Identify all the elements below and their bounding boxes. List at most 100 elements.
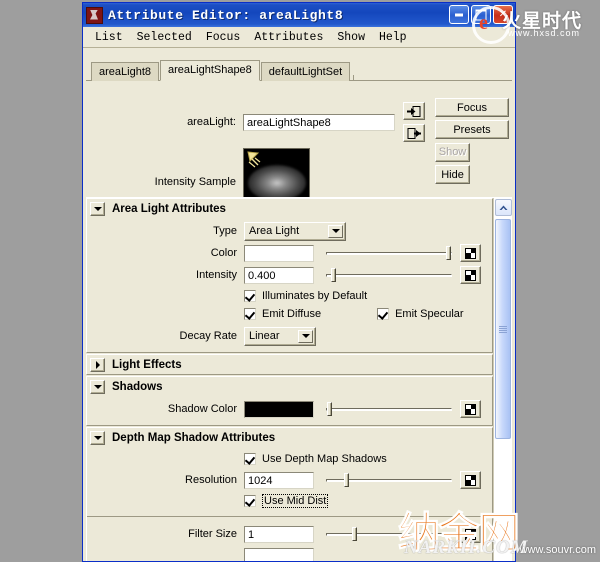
section-body-shadows: Shadow Color <box>87 396 492 425</box>
menu-item-list[interactable]: List <box>88 30 130 45</box>
illuminates-by-default-checkbox[interactable] <box>244 290 256 302</box>
chevron-down-icon <box>93 435 102 440</box>
scroll-up-button[interactable] <box>494 199 512 216</box>
row-color: Color <box>87 243 492 263</box>
intensity-input[interactable]: 0.400 <box>244 266 314 284</box>
watermark-narkii-url: www.souvr.com <box>519 544 596 556</box>
menu-item-help[interactable]: Help <box>372 30 414 45</box>
filter-size-slider-thumb[interactable] <box>352 526 357 541</box>
type-dropdown-arrow[interactable] <box>328 224 343 238</box>
shadow-color-slider-thumb[interactable] <box>327 401 332 416</box>
decay-rate-label: Decay Rate <box>179 330 237 342</box>
color-map-button[interactable] <box>460 244 481 262</box>
resolution-input[interactable]: 1024 <box>244 471 314 489</box>
collapse-toggle-depth-map-shadow-attributes[interactable] <box>90 430 105 445</box>
color-label: Color <box>210 247 237 259</box>
area-light-icon <box>247 151 261 168</box>
row-illuminates-by-default: Illuminates by Default <box>87 287 492 305</box>
menu-item-attributes[interactable]: Attributes <box>247 30 330 45</box>
section-header-depth-map-shadow-attributes[interactable]: Depth Map Shadow Attributes <box>87 428 492 447</box>
section-depth-map-shadow-attributes: Depth Map Shadow Attributes Use Depth Ma… <box>86 427 493 561</box>
row-filter-size: Filter Size 1 <box>87 524 492 544</box>
row-emit: Emit Diffuse Emit Specular <box>87 305 492 323</box>
use-depth-map-shadows-label: Use Depth Map Shadows <box>262 453 387 465</box>
minimize-button[interactable] <box>449 5 469 24</box>
section-header-shadows[interactable]: Shadows <box>87 377 492 396</box>
intensity-slider[interactable] <box>326 267 452 284</box>
menu-item-selected[interactable]: Selected <box>130 30 199 45</box>
shadow-color-slider[interactable] <box>326 401 452 418</box>
chevron-down-icon <box>331 229 340 233</box>
focus-button[interactable]: Focus <box>435 98 509 117</box>
intensity-slider-thumb[interactable] <box>331 267 336 282</box>
filter-size-slider[interactable] <box>326 526 452 543</box>
decay-rate-dropdown[interactable]: Linear <box>244 326 316 346</box>
shadow-color-map-button[interactable] <box>460 400 481 418</box>
intensity-map-button[interactable] <box>460 266 481 284</box>
resolution-slider[interactable] <box>326 472 452 489</box>
collapse-toggle-area-light-attributes[interactable] <box>90 201 105 216</box>
intensity-sample-label: Intensity Sample <box>154 175 236 188</box>
resolution-slider-thumb[interactable] <box>344 472 349 487</box>
window-controls: ✕ <box>449 5 513 24</box>
resolution-label: Resolution <box>185 474 237 486</box>
row-shadow-color: Shadow Color <box>87 399 492 419</box>
emit-diffuse-checkbox[interactable] <box>244 308 256 320</box>
header-action-buttons: Focus Presets Show Hide <box>435 98 509 187</box>
title-bar: Attribute Editor: areaLight8 ✕ <box>83 3 515 27</box>
watermark-hxsd-url: www.hxsd.com <box>508 28 581 38</box>
next-field-input[interactable] <box>244 547 314 561</box>
tab-arealight8[interactable]: areaLight8 <box>91 62 159 81</box>
checker-map-icon <box>465 269 476 281</box>
tab-arealightshape8[interactable]: areaLightShape8 <box>160 60 260 81</box>
color-slider-track <box>326 251 452 255</box>
go-to-input-connection-button[interactable] <box>403 102 425 120</box>
section-title-area-light-attributes: Area Light Attributes <box>112 202 226 215</box>
shadow-color-label: Shadow Color <box>167 403 237 415</box>
attributes-content: Area Light Attributes Type Area Light Co… <box>86 198 493 561</box>
menu-item-focus[interactable]: Focus <box>199 30 248 45</box>
row-next-partial <box>87 546 492 561</box>
menu-item-show[interactable]: Show <box>330 30 372 45</box>
emit-specular-label: Emit Specular <box>395 308 464 320</box>
decay-rate-value: Linear <box>249 330 280 342</box>
decay-rate-dropdown-arrow[interactable] <box>298 329 313 343</box>
filter-size-input[interactable]: 1 <box>244 525 314 543</box>
checker-map-icon <box>465 528 476 540</box>
emit-specular-checkbox[interactable] <box>377 308 390 320</box>
close-button[interactable]: ✕ <box>493 5 513 24</box>
vertical-scrollbar[interactable] <box>493 198 512 561</box>
maximize-button[interactable] <box>471 5 491 24</box>
color-slider-thumb[interactable] <box>446 245 451 260</box>
expand-toggle-light-effects[interactable] <box>90 357 105 372</box>
menu-bar: List Selected Focus Attributes Show Help <box>83 27 515 48</box>
color-swatch[interactable] <box>244 244 314 262</box>
maya-app-icon <box>86 6 103 24</box>
emit-diffuse-label: Emit Diffuse <box>262 308 322 320</box>
hide-button[interactable]: Hide <box>435 165 470 184</box>
use-mid-dist-checkbox[interactable] <box>244 495 256 507</box>
chevron-down-icon <box>93 206 102 211</box>
scroll-thumb[interactable] <box>495 219 511 439</box>
type-label: Type <box>213 225 237 237</box>
section-header-light-effects[interactable]: Light Effects <box>87 355 492 374</box>
resolution-map-button[interactable] <box>460 471 481 489</box>
filter-size-map-button[interactable] <box>460 525 481 543</box>
presets-button[interactable]: Presets <box>435 120 509 139</box>
type-dropdown[interactable]: Area Light <box>244 221 346 241</box>
shadow-color-swatch[interactable] <box>244 400 314 418</box>
go-to-output-connection-button[interactable] <box>403 124 425 142</box>
collapse-toggle-shadows[interactable] <box>90 379 105 394</box>
show-button[interactable]: Show <box>435 142 470 162</box>
tab-defaultlightset[interactable]: defaultLightSet <box>260 62 351 81</box>
checker-map-icon <box>465 247 476 259</box>
intensity-slider-track <box>326 273 452 277</box>
color-slider[interactable] <box>326 245 452 262</box>
row-type: Type Area Light <box>87 221 492 241</box>
section-header-area-light-attributes[interactable]: Area Light Attributes <box>87 199 492 218</box>
shadow-color-slider-track <box>326 407 452 411</box>
use-depth-map-shadows-checkbox[interactable] <box>244 453 256 465</box>
section-area-light-attributes: Area Light Attributes Type Area Light Co… <box>86 198 493 353</box>
node-name-input[interactable]: areaLightShape8 <box>243 113 395 131</box>
row-intensity: Intensity 0.400 <box>87 265 492 285</box>
